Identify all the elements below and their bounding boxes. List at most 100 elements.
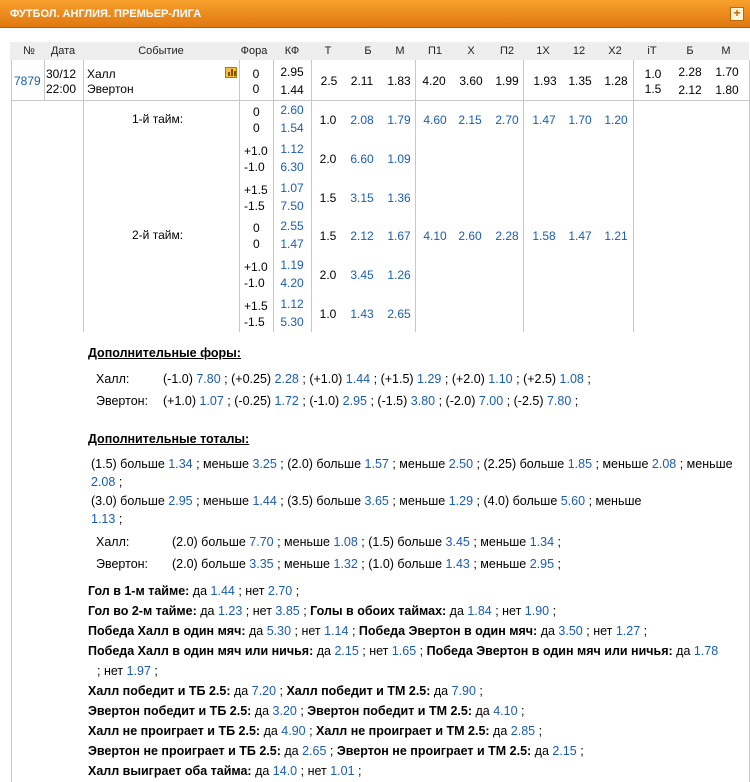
under-odds[interactable]: 2.95 (530, 557, 554, 571)
under-odds[interactable]: 2.50 (449, 457, 473, 471)
answer-odds[interactable]: 1.78 (694, 644, 718, 658)
under-odds[interactable]: 1.29 (449, 494, 473, 508)
half-odds-x1[interactable]: 1.58 (532, 229, 555, 243)
answer-odds[interactable]: 2.15 (334, 644, 358, 658)
answer-odds[interactable]: 1.01 (330, 764, 354, 778)
answer-odds[interactable]: 1.90 (525, 604, 549, 618)
answer-odds[interactable]: 2.70 (268, 584, 292, 598)
half-under[interactable]: 1.67 (387, 229, 410, 243)
odds-x1[interactable]: 1.93 (533, 74, 556, 88)
answer-odds[interactable]: 1.23 (218, 604, 242, 618)
answer-odds[interactable]: 1.14 (324, 624, 348, 638)
answer-odds[interactable]: 5.30 (267, 624, 291, 638)
half-over[interactable]: 3.15 (350, 191, 373, 205)
answer-odds[interactable]: 2.15 (552, 744, 576, 758)
odds-b[interactable]: 2.11 (351, 74, 373, 88)
half-odds-x1[interactable]: 1.47 (532, 113, 555, 127)
over-odds[interactable]: 1.57 (365, 457, 389, 471)
half-over[interactable]: 2.08 (350, 113, 373, 127)
half-under[interactable]: 1.26 (387, 268, 410, 282)
under-odds[interactable]: 1.13 (91, 512, 115, 526)
handicap-odds[interactable]: 1.44 (346, 372, 370, 386)
handicap-odds[interactable]: 3.80 (411, 394, 435, 408)
half-kf-1[interactable]: 1.07 (280, 181, 303, 195)
over-odds[interactable]: 1.85 (568, 457, 592, 471)
odds-p2[interactable]: 1.99 (495, 74, 518, 88)
half-over[interactable]: 6.60 (350, 152, 373, 166)
half-kf-1[interactable]: 1.12 (280, 142, 303, 156)
over-odds[interactable]: 3.45 (446, 535, 470, 549)
under-odds[interactable]: 1.44 (252, 494, 276, 508)
over-odds[interactable]: 3.35 (249, 557, 273, 571)
half-kf-1[interactable]: 1.19 (280, 258, 303, 272)
handicap-odds[interactable]: 7.80 (196, 372, 220, 386)
half-odds-p2[interactable]: 2.70 (495, 113, 518, 127)
odds-x2[interactable]: 1.28 (604, 74, 627, 88)
answer-odds[interactable]: 4.90 (281, 724, 305, 738)
handicap-odds[interactable]: 7.80 (547, 394, 571, 408)
half-over[interactable]: 2.12 (350, 229, 373, 243)
half-under[interactable]: 2.65 (387, 307, 410, 321)
half-kf-2[interactable]: 5.30 (280, 315, 303, 329)
half-kf-1[interactable]: 1.12 (280, 297, 303, 311)
half-odds-p2[interactable]: 2.28 (495, 229, 518, 243)
kf-1[interactable]: 2.95 (280, 65, 303, 79)
half-kf-2[interactable]: 7.50 (280, 199, 303, 213)
handicap-odds[interactable]: 7.00 (479, 394, 503, 408)
half-odds-x12[interactable]: 1.47 (568, 229, 591, 243)
answer-odds[interactable]: 2.65 (302, 744, 326, 758)
half-under[interactable]: 1.36 (387, 191, 410, 205)
half-odds-x2[interactable]: 1.20 (604, 113, 627, 127)
ind-over-2[interactable]: 2.12 (678, 83, 701, 97)
answer-odds[interactable]: 3.85 (275, 604, 299, 618)
half-kf-2[interactable]: 4.20 (280, 276, 303, 290)
ind-under-1[interactable]: 1.70 (715, 65, 738, 79)
odds-x[interactable]: 3.60 (459, 74, 482, 88)
over-odds[interactable]: 2.95 (168, 494, 192, 508)
half-under[interactable]: 1.09 (387, 152, 410, 166)
half-over[interactable]: 3.45 (350, 268, 373, 282)
answer-odds[interactable]: 1.84 (467, 604, 491, 618)
answer-odds[interactable]: 14.0 (273, 764, 297, 778)
over-odds[interactable]: 1.34 (168, 457, 192, 471)
half-kf-2[interactable]: 6.30 (280, 160, 303, 174)
handicap-odds[interactable]: 2.95 (343, 394, 367, 408)
handicap-odds[interactable]: 1.10 (488, 372, 512, 386)
answer-odds[interactable]: 1.65 (392, 644, 416, 658)
odds-p1[interactable]: 4.20 (422, 74, 445, 88)
half-odds-p1[interactable]: 4.60 (423, 113, 446, 127)
half-kf-2[interactable]: 1.54 (280, 121, 303, 135)
handicap-odds[interactable]: 1.07 (199, 394, 223, 408)
stats-chart-icon[interactable] (225, 67, 237, 78)
half-kf-2[interactable]: 1.47 (280, 237, 303, 251)
half-odds-x[interactable]: 2.15 (458, 113, 481, 127)
answer-odds[interactable]: 3.50 (558, 624, 582, 638)
match-number[interactable]: 7879 (14, 74, 41, 88)
ind-over-1[interactable]: 2.28 (678, 65, 701, 79)
over-odds[interactable]: 7.70 (249, 535, 273, 549)
half-over[interactable]: 1.43 (350, 307, 373, 321)
answer-odds[interactable]: 1.44 (211, 584, 235, 598)
under-odds[interactable]: 2.08 (91, 475, 115, 489)
over-odds[interactable]: 1.43 (446, 557, 470, 571)
answer-odds[interactable]: 3.20 (273, 704, 297, 718)
answer-odds[interactable]: 7.20 (252, 684, 276, 698)
under-odds[interactable]: 3.25 (252, 457, 276, 471)
under-odds[interactable]: 1.08 (333, 535, 357, 549)
under-odds[interactable]: 1.34 (530, 535, 554, 549)
under-odds[interactable]: 1.32 (333, 557, 357, 571)
over-odds[interactable]: 5.60 (561, 494, 585, 508)
handicap-odds[interactable]: 2.28 (275, 372, 299, 386)
half-odds-x12[interactable]: 1.70 (568, 113, 591, 127)
half-kf-1[interactable]: 2.55 (280, 219, 303, 233)
answer-odds[interactable]: 1.27 (616, 624, 640, 638)
half-odds-x2[interactable]: 1.21 (604, 229, 627, 243)
handicap-odds[interactable]: 1.72 (275, 394, 299, 408)
answer-odds[interactable]: 1.97 (127, 664, 151, 678)
over-odds[interactable]: 3.65 (365, 494, 389, 508)
ind-under-2[interactable]: 1.80 (715, 83, 738, 97)
answer-odds[interactable]: 4.10 (493, 704, 517, 718)
handicap-odds[interactable]: 1.29 (417, 372, 441, 386)
answer-odds[interactable]: 2.85 (511, 724, 535, 738)
answer-odds[interactable]: 7.90 (452, 684, 476, 698)
